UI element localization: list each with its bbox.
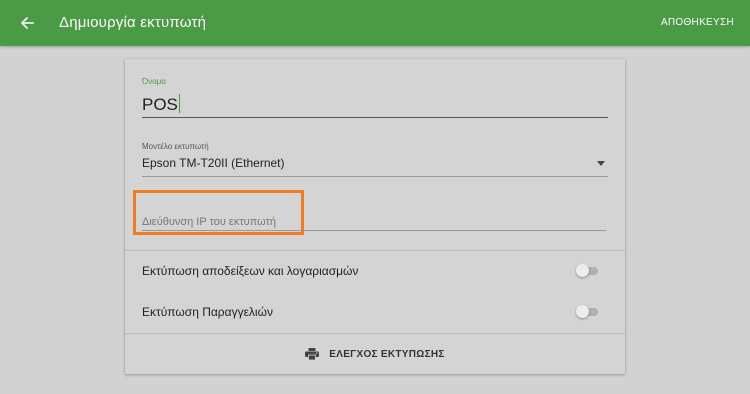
printer-icon [305,348,320,360]
model-select-value: Epson TM-T20II (Ethernet) [142,156,285,170]
orders-toggle-switch[interactable] [576,305,600,318]
dropdown-arrow-icon [597,161,605,166]
toggle-label-receipts: Εκτύπωση αποδείξεων και λογαριασμών [142,264,359,278]
back-button[interactable] [14,10,40,36]
test-print-label: ΕΛΕΓΧΟΣ ΕΚΤΥΠΩΣΗΣ [329,348,445,360]
arrow-back-icon [20,16,34,30]
toggle-label-orders: Εκτύπωση Παραγγελιών [142,305,273,319]
toggle-row-receipts: Εκτύπωση αποδείξεων και λογαριασμών [125,251,625,291]
switch-thumb [576,305,589,318]
name-field[interactable]: POS [142,94,180,115]
text-cursor [178,94,180,113]
model-select-underline [142,176,608,177]
model-field-label: Μοντέλο εκτυπωτή [142,142,209,151]
name-field-underline [142,117,608,118]
printer-form-card: Όνομα POS Μοντέλο εκτυπωτή Epson TM-T20I… [125,59,625,374]
test-print-button[interactable]: ΕΛΕΓΧΟΣ ΕΚΤΥΠΩΣΗΣ [125,334,625,374]
app-bar: Δημιουργία εκτυπωτή ΑΠΟΘΗΚΕΥΣΗ [0,0,750,46]
save-button[interactable]: ΑΠΟΘΗΚΕΥΣΗ [661,17,734,28]
page-title: Δημιουργία εκτυπωτή [59,14,207,31]
name-field-value: POS [142,95,178,114]
name-field-label: Όνομα [142,77,166,86]
receipts-toggle-switch[interactable] [576,264,600,277]
ip-field-highlight [133,190,304,235]
toggle-row-orders: Εκτύπωση Παραγγελιών [125,292,625,332]
model-select[interactable]: Epson TM-T20II (Ethernet) [142,154,608,176]
switch-thumb [576,264,589,277]
